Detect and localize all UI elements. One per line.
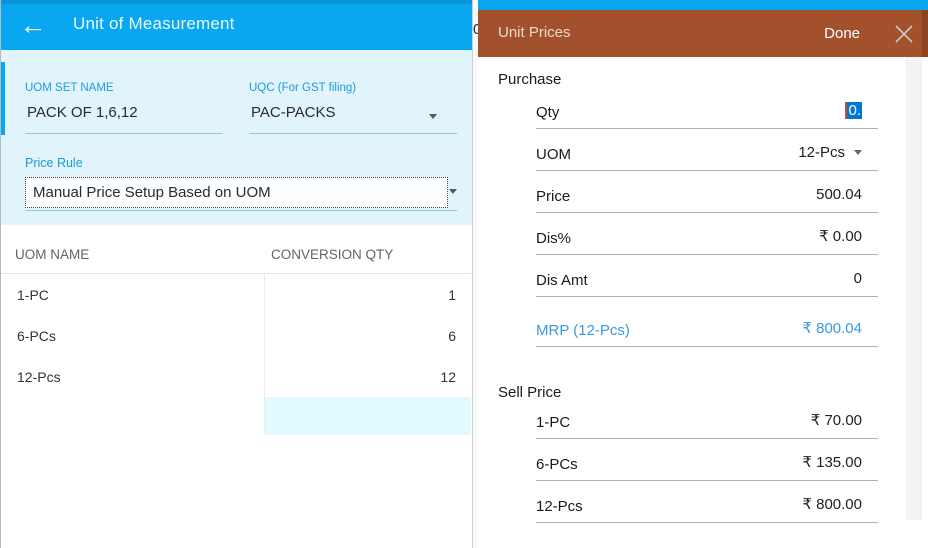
purchase-row: MRP (12-Pcs) ₹ 800.04 — [536, 305, 878, 347]
uqc-label: UQC (For GST filing) — [249, 82, 357, 94]
purchase-row-value[interactable]: 500.04 — [816, 186, 862, 203]
selected-input-text[interactable]: 0. — [845, 102, 862, 119]
close-icon[interactable] — [893, 23, 915, 45]
uom-name-cell[interactable]: 1-PC — [1, 274, 264, 315]
sell-row: 1-PC ₹ 70.00 — [536, 402, 878, 439]
purchase-row-label: MRP (12-Pcs) — [536, 322, 630, 339]
conversion-qty-cell[interactable]: 6 — [264, 315, 471, 356]
conversion-qty-cell[interactable]: 12 — [264, 356, 471, 397]
purchase-row-label: Dis Amt — [536, 272, 588, 289]
purchase-row-value[interactable]: ₹ 0.00 — [819, 227, 862, 245]
sell-row-label: 12-Pcs — [536, 498, 583, 515]
purchase-row-label: Qty — [536, 104, 560, 121]
sell-row-value[interactable]: ₹ 800.00 — [802, 495, 862, 513]
sell-row-label: 1-PC — [536, 414, 571, 431]
price-rule-dropdown-caret-icon[interactable] — [449, 189, 457, 194]
scrollbar-track[interactable] — [906, 57, 922, 520]
uom-name-cell[interactable] — [1, 397, 264, 435]
uom-table-row-selected[interactable] — [1, 397, 471, 435]
purchase-row: Qty 0. — [536, 90, 878, 129]
col-uom-name: UOM NAME — [15, 247, 90, 262]
uom-name-cell[interactable]: 12-Pcs — [1, 356, 264, 397]
uom-table-row[interactable]: 1-PC 1 — [1, 274, 471, 315]
uom-set-name-input[interactable]: PACK OF 1,6,12 — [27, 104, 138, 121]
sell-row-label: 6-PCs — [536, 456, 578, 473]
conversion-qty-cell-selected[interactable] — [264, 397, 471, 435]
purchase-row-label: Dis% — [536, 230, 572, 247]
purchase-row: Dis Amt 0 — [536, 255, 878, 297]
uom-name-cell[interactable]: 6-PCs — [1, 315, 264, 356]
app-window: ← Unit of Measurement UOM SET NAME PACK … — [0, 0, 928, 548]
unit-prices-header: Unit Prices Done — [478, 10, 928, 57]
purchase-row-value[interactable]: 12-Pcs — [798, 144, 862, 161]
purchase-rows: Qty 0. UOM 12-Pcs Price 500.04 Dis% ₹ 0.00 Dis A… — [536, 90, 878, 347]
uom-set-name-underline — [25, 133, 223, 134]
conversion-qty-cell[interactable]: 1 — [264, 274, 471, 315]
uom-table-row[interactable]: 12-Pcs 12 — [1, 356, 471, 397]
col-conversion-qty: CONVERSION QTY — [271, 247, 394, 262]
sell-row-value[interactable]: ₹ 135.00 — [802, 453, 862, 471]
purchase-row: UOM 12-Pcs — [536, 129, 878, 171]
unit-prices-body: Purchase Qty 0. UOM 12-Pcs Price 500.04 Dis% ₹ … — [478, 57, 928, 548]
uqc-select[interactable]: PAC-PACKS — [251, 104, 335, 121]
purchase-row-value[interactable]: 0. — [845, 102, 862, 119]
uom-table-header: UOM NAME CONVERSION QTY — [1, 225, 473, 273]
sell-row-value[interactable]: ₹ 70.00 — [811, 411, 862, 429]
done-button[interactable]: Done — [818, 23, 866, 44]
uqc-dropdown-caret-icon[interactable] — [429, 114, 437, 119]
purchase-row-value: ₹ 800.04 — [802, 320, 862, 337]
unit-prices-panel: Unit Prices Done Purchase Qty 0. UOM 12-Pcs… — [478, 10, 928, 548]
purchase-row: Dis% ₹ 0.00 — [536, 213, 878, 255]
field-accent-bar — [1, 62, 5, 135]
uom-table-body: 1-PC 1 6-PCs 6 12-Pcs 12 — [1, 274, 471, 435]
purchase-section-heading: Purchase — [498, 71, 562, 88]
uom-dropdown-caret-icon[interactable] — [854, 150, 862, 155]
uom-form: UOM SET NAME PACK OF 1,6,12 UQC (For GST… — [1, 50, 473, 225]
sell-row: 6-PCs ₹ 135.00 — [536, 439, 878, 481]
price-rule-label: Price Rule — [25, 156, 83, 170]
price-rule-select[interactable]: Manual Price Setup Based on UOM — [25, 177, 448, 208]
unit-of-measurement-pane: ← Unit of Measurement UOM SET NAME PACK … — [0, 0, 473, 548]
sell-section-heading: Sell Price — [498, 384, 562, 401]
titlebar-strip — [1, 0, 473, 4]
unit-prices-title: Unit Prices — [498, 24, 571, 41]
header-edge-shade — [922, 10, 928, 57]
purchase-row-label: Price — [536, 188, 571, 205]
header-sliver-above-overlay — [478, 0, 928, 10]
purchase-row: Price 500.04 — [536, 171, 878, 213]
back-arrow-icon[interactable]: ← — [15, 7, 51, 43]
left-header-bar: ← Unit of Measurement — [1, 0, 473, 50]
purchase-row-value[interactable]: 0 — [854, 270, 862, 287]
uqc-underline — [249, 133, 457, 134]
purchase-row-label: UOM — [536, 146, 571, 163]
uom-table-row[interactable]: 6-PCs 6 — [1, 315, 471, 356]
sell-rows: 1-PC ₹ 70.00 6-PCs ₹ 135.00 12-Pcs ₹ 800.00 — [536, 402, 878, 523]
sell-row: 12-Pcs ₹ 800.00 — [536, 481, 878, 523]
price-rule-underline — [25, 210, 457, 211]
uom-set-name-label: UOM SET NAME — [25, 82, 114, 94]
page-title: Unit of Measurement — [73, 14, 235, 33]
